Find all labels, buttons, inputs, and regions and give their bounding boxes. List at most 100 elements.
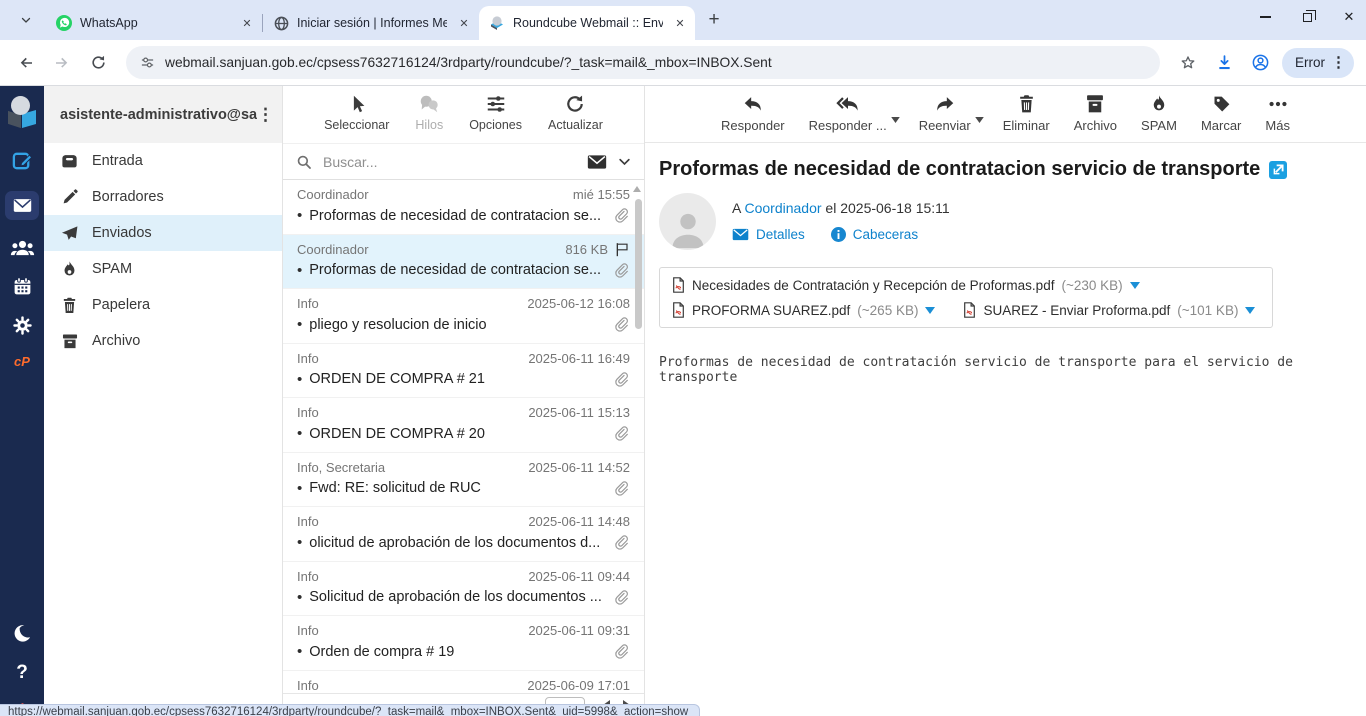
calendar-nav-button[interactable] (12, 276, 33, 297)
attachment-dropdown-icon[interactable] (925, 307, 935, 314)
message-sender: Info (297, 623, 319, 638)
tab-search-button[interactable] (12, 6, 40, 34)
message-row[interactable]: Info2025-06-11 14:48•olicitud de aprobac… (283, 507, 644, 562)
select-label: Seleccionar (324, 118, 389, 132)
attachment-item[interactable]: PROFORMA SUAREZ.pdf (~265 KB) (672, 302, 935, 318)
window-controls: ✕ (1258, 0, 1356, 34)
recipient-link[interactable]: Coordinador (744, 200, 821, 216)
contacts-nav-button[interactable] (10, 238, 35, 258)
trash-icon (60, 296, 79, 315)
window-restore-button[interactable] (1300, 10, 1314, 24)
scrollbar-up-arrow[interactable] (633, 186, 641, 192)
reply-all-icon (835, 93, 861, 115)
archive-icon (1085, 93, 1105, 115)
delete-label: Eliminar (1003, 118, 1050, 133)
error-label: Error (1295, 55, 1325, 70)
delete-button[interactable]: Eliminar (1003, 93, 1050, 142)
message-row[interactable]: Coordinadormié 15:55•Proformas de necesi… (283, 180, 644, 235)
spam-button[interactable]: SPAM (1141, 93, 1177, 142)
folder-item-entrada[interactable]: Entrada (44, 143, 282, 179)
more-label: Más (1265, 118, 1290, 133)
message-subject: ORDEN DE COMPRA # 21 (309, 371, 613, 387)
tab-close-icon[interactable]: ✕ (455, 14, 473, 32)
message-row[interactable]: Coordinador816 KB•Proformas de necesidad… (283, 235, 644, 290)
forward-button[interactable] (48, 49, 76, 77)
url-text[interactable]: webmail.sanjuan.gob.ec/cpsess7632716124/… (165, 55, 772, 70)
dark-mode-toggle[interactable] (11, 622, 33, 644)
browser-menu-kebab-icon[interactable]: ⋮ (1331, 55, 1346, 70)
folder-item-borradores[interactable]: Borradores (44, 179, 282, 215)
attachment-item[interactable]: Necesidades de Contratación y Recepción … (672, 277, 1140, 293)
reply-button[interactable]: Responder (721, 93, 785, 142)
list-scrollbar[interactable] (635, 199, 642, 329)
browser-tab-informes[interactable]: Iniciar sesión | Informes Mensua ✕ (263, 6, 479, 40)
headers-label: Cabeceras (853, 227, 918, 242)
attachment-item[interactable]: SUAREZ - Enviar Proforma.pdf (~101 KB) (963, 302, 1255, 318)
unread-dot-icon: • (297, 317, 302, 332)
message-row[interactable]: Info2025-06-11 16:49•ORDEN DE COMPRA # 2… (283, 344, 644, 399)
browser-tab-whatsapp[interactable]: WhatsApp ✕ (46, 6, 262, 40)
bookmark-star-icon[interactable] (1174, 49, 1202, 77)
compose-button[interactable] (11, 150, 34, 173)
settings-nav-button[interactable] (12, 315, 33, 336)
message-subject: ORDEN DE COMPRA # 20 (309, 426, 613, 442)
attachment-dropdown-icon[interactable] (1130, 282, 1140, 289)
browser-menu-error-button[interactable]: Error ⋮ (1282, 48, 1354, 78)
more-button[interactable]: Más (1265, 93, 1290, 142)
new-tab-button[interactable]: + (701, 7, 727, 33)
details-toggle[interactable]: Detalles (732, 227, 805, 242)
options-button[interactable]: Opciones (469, 93, 522, 143)
folder-item-enviados[interactable]: Enviados (44, 215, 282, 251)
tab-close-icon[interactable]: ✕ (238, 14, 256, 32)
help-button[interactable]: ? (16, 662, 28, 684)
search-options-chevron-icon[interactable] (617, 154, 632, 169)
forward-button[interactable]: Reenviar (919, 93, 971, 142)
message-row[interactable]: Info2025-06-12 16:08•pliego y resolucion… (283, 289, 644, 344)
refresh-label: Actualizar (548, 118, 603, 132)
message-row[interactable]: Info, Secretaria2025-06-11 14:52•Fwd: RE… (283, 453, 644, 508)
window-close-button[interactable]: ✕ (1342, 10, 1356, 24)
attachment-name: SUAREZ - Enviar Proforma.pdf (983, 303, 1170, 318)
open-in-new-window-icon[interactable] (1269, 161, 1287, 179)
select-button[interactable]: Seleccionar (324, 93, 389, 143)
profile-icon[interactable] (1246, 49, 1274, 77)
message-subject: Solicitud de aprobación de los documento… (309, 589, 613, 605)
tab-title: WhatsApp (80, 16, 230, 30)
reload-button[interactable] (84, 49, 112, 77)
message-row[interactable]: Info2025-06-11 09:31•Orden de compra # 1… (283, 616, 644, 671)
unread-dot-icon: • (297, 481, 302, 496)
headers-toggle[interactable]: Cabeceras (831, 227, 918, 242)
attachment-dropdown-icon[interactable] (1245, 307, 1255, 314)
threads-button[interactable]: Hilos (415, 93, 443, 143)
message-meta: 2025-06-09 17:01 (527, 678, 630, 693)
mark-button[interactable]: Marcar (1201, 93, 1241, 142)
refresh-icon (564, 93, 586, 115)
refresh-button[interactable]: Actualizar (548, 93, 603, 143)
address-bar[interactable]: webmail.sanjuan.gob.ec/cpsess7632716124/… (126, 46, 1160, 79)
reply-icon (741, 93, 765, 115)
forward-dropdown-icon[interactable] (975, 117, 984, 123)
message-row[interactable]: Info2025-06-11 15:13•ORDEN DE COMPRA # 2… (283, 398, 644, 453)
search-bar (283, 143, 644, 180)
search-scope-mail-icon[interactable] (587, 154, 607, 170)
mail-nav-button[interactable] (5, 191, 39, 220)
folder-item-spam[interactable]: SPAM (44, 251, 282, 287)
tab-close-icon[interactable]: ✕ (671, 14, 689, 32)
archive-button[interactable]: Archivo (1074, 93, 1117, 142)
avatar (659, 193, 716, 250)
message-row[interactable]: Info2025-06-11 09:44•Solicitud de aproba… (283, 562, 644, 617)
back-button[interactable] (12, 49, 40, 77)
downloads-icon[interactable] (1210, 49, 1238, 77)
folder-item-archivo[interactable]: Archivo (44, 323, 282, 359)
cpanel-logo[interactable]: cP (14, 354, 30, 369)
reply-all-button[interactable]: Responder ... (809, 93, 887, 142)
paperclip-icon (613, 480, 630, 497)
browser-tab-roundcube-active[interactable]: Roundcube Webmail :: Enviados ✕ (479, 6, 695, 40)
window-minimize-button[interactable] (1258, 10, 1272, 24)
message-meta: 2025-06-11 09:31 (528, 623, 630, 638)
reply-all-dropdown-icon[interactable] (891, 117, 900, 123)
search-input[interactable] (323, 154, 577, 170)
folder-item-papelera[interactable]: Papelera (44, 287, 282, 323)
info-icon (831, 227, 846, 242)
folder-options-kebab-icon[interactable]: ⋮ (257, 106, 274, 123)
